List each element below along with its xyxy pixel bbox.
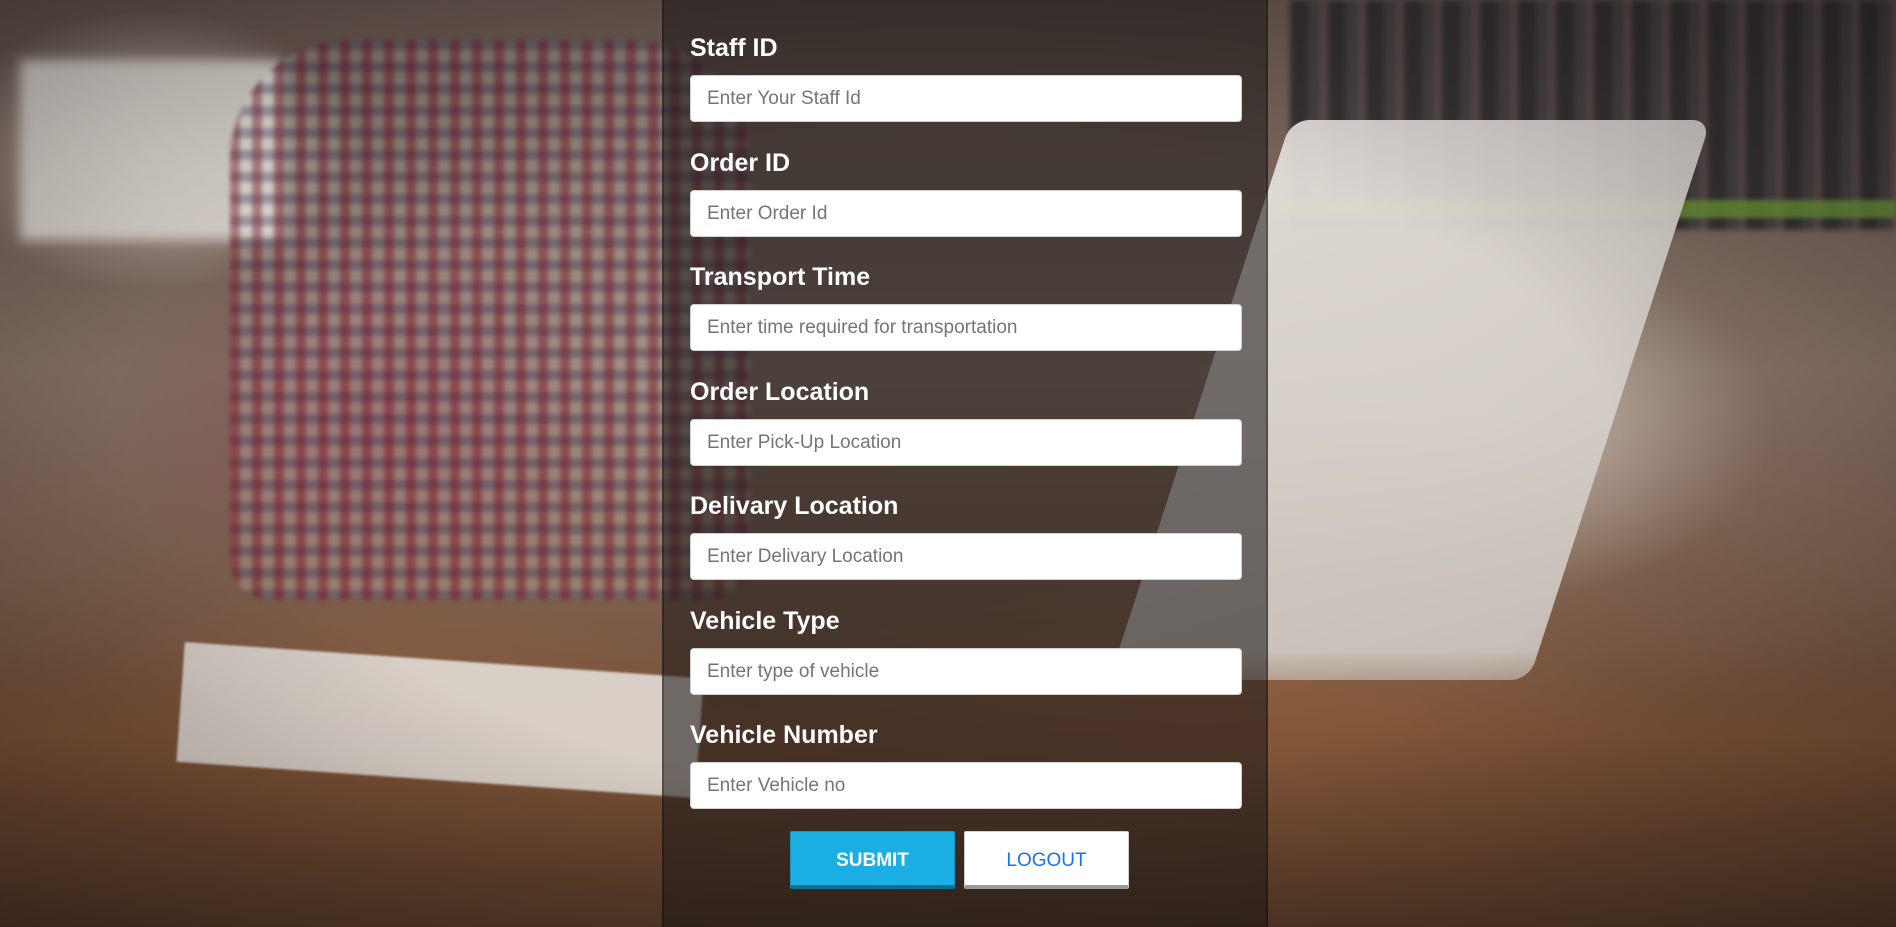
vehicle-type-input[interactable]	[690, 648, 1242, 695]
vehicle-number-input[interactable]	[690, 762, 1242, 809]
vehicle-type-label: Vehicle Type	[690, 607, 840, 635]
logout-button[interactable]: LOGOUT	[964, 831, 1129, 889]
order-location-input[interactable]	[690, 419, 1242, 466]
transport-form-panel: Staff ID Order ID Transport Time Order L…	[662, 0, 1268, 927]
order-location-group: Order Location	[690, 375, 1242, 466]
transport-time-group: Transport Time	[690, 260, 1242, 351]
staff-id-label: Staff ID	[690, 34, 778, 62]
transport-time-label: Transport Time	[690, 263, 871, 291]
vehicle-number-label: Vehicle Number	[690, 721, 878, 749]
order-location-label: Order Location	[690, 378, 870, 406]
submit-button[interactable]: SUBMIT	[790, 831, 955, 889]
delivery-location-group: Delivary Location	[690, 489, 1242, 580]
vehicle-type-group: Vehicle Type	[690, 604, 1242, 695]
transport-time-input[interactable]	[690, 304, 1242, 351]
order-id-input[interactable]	[690, 190, 1242, 237]
staff-id-group: Staff ID	[690, 31, 1242, 122]
staff-id-input[interactable]	[690, 75, 1242, 122]
order-id-label: Order ID	[690, 149, 791, 177]
vehicle-number-group: Vehicle Number	[690, 718, 1242, 809]
order-id-group: Order ID	[690, 146, 1242, 237]
form-actions: SUBMIT LOGOUT	[790, 831, 1142, 889]
delivery-location-input[interactable]	[690, 533, 1242, 580]
delivery-location-label: Delivary Location	[690, 492, 899, 520]
